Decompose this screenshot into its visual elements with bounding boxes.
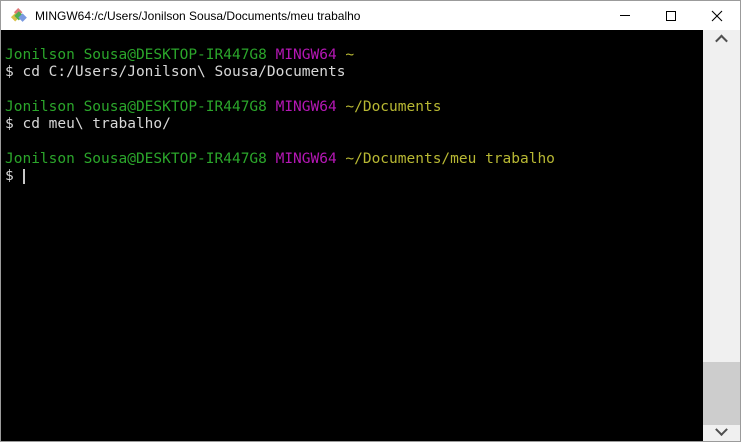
prompt-dollar: $: [5, 168, 23, 185]
terminal-input-line: $: [5, 168, 703, 185]
window-controls: [602, 1, 740, 30]
prompt-mingw: MINGW64: [275, 98, 337, 115]
window-title: MINGW64:/c/Users/Jonilson Sousa/Document…: [35, 8, 361, 23]
prompt-path: ~/Documents/meu trabalho: [345, 150, 555, 167]
prompt-user-host: Jonilson Sousa@DESKTOP-IR447G8: [5, 150, 267, 167]
minimize-icon: [620, 15, 630, 16]
chevron-up-icon: [715, 34, 728, 47]
terminal-command-line: $ cd meu\ trabalho/: [5, 116, 703, 133]
maximize-button[interactable]: [648, 1, 694, 30]
titlebar[interactable]: MINGW64:/c/Users/Jonilson Sousa/Document…: [1, 1, 740, 30]
scroll-up-button[interactable]: [703, 30, 740, 48]
terminal-window: MINGW64:/c/Users/Jonilson Sousa/Document…: [0, 0, 741, 442]
terminal-command-line: $ cd C:/Users/Jonilson\ Sousa/Documents: [5, 64, 703, 81]
prompt-mingw: MINGW64: [275, 47, 337, 63]
minimize-button[interactable]: [602, 1, 648, 30]
maximize-icon: [666, 10, 676, 21]
git-bash-app-icon[interactable]: [11, 7, 27, 24]
prompt-user-host: Jonilson Sousa@DESKTOP-IR447G8: [5, 47, 267, 63]
scrollbar[interactable]: [703, 30, 740, 441]
prompt-mingw: MINGW64: [275, 150, 337, 167]
close-button[interactable]: [694, 1, 740, 30]
prompt-path: ~: [345, 47, 355, 63]
terminal-prompt-line: Jonilson Sousa@DESKTOP-IR447G8 MINGW64 ~/D…: [5, 99, 703, 116]
terminal-prompt-line: Jonilson Sousa@DESKTOP-IR447G8 MINGW64 ~/D…: [5, 151, 703, 168]
scrollbar-thumb[interactable]: [703, 362, 740, 425]
command-text: $ cd meu\ trabalho/: [5, 116, 171, 133]
prompt-path: ~/Documents: [345, 98, 442, 115]
scroll-down-button[interactable]: [703, 422, 740, 441]
terminal-body: Jonilson Sousa@DESKTOP-IR447G8 MINGW64 ~ $…: [1, 30, 740, 441]
close-icon: [711, 10, 723, 21]
chevron-down-icon: [715, 422, 728, 436]
prompt-user-host: Jonilson Sousa@DESKTOP-IR447G8: [5, 98, 267, 115]
command-text: $ cd C:/Users/Jonilson\ Sousa/Documents: [5, 64, 346, 81]
terminal-prompt-line: Jonilson Sousa@DESKTOP-IR447G8 MINGW64 ~: [5, 47, 703, 64]
terminal-output[interactable]: Jonilson Sousa@DESKTOP-IR447G8 MINGW64 ~ $…: [1, 30, 703, 441]
terminal-cursor: [23, 169, 26, 185]
